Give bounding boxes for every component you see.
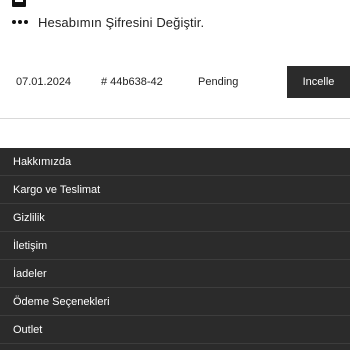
password-dots-icon: [12, 17, 28, 27]
order-row: 07.01.2024 # 44b638-42 Pending Incelle: [0, 66, 350, 98]
footer-link-outlet[interactable]: Outlet: [0, 316, 350, 344]
footer-link-about[interactable]: Hakkımızda: [0, 148, 350, 176]
footer-link-shipping[interactable]: Kargo ve Teslimat: [0, 176, 350, 204]
account-icon: [12, 0, 26, 7]
account-menu-row-partial[interactable]: [12, 0, 26, 8]
order-status: Pending: [198, 76, 239, 88]
footer-link-payment-options[interactable]: Ödeme Seçenekleri: [0, 288, 350, 316]
footer-menu: Hakkımızda Kargo ve Teslimat Gizlilik İl…: [0, 148, 350, 350]
order-date: 07.01.2024: [16, 76, 72, 88]
change-password-link[interactable]: Hesabımın Şifresini Değiştir.: [12, 11, 204, 33]
footer-link-returns[interactable]: İadeler: [0, 260, 350, 288]
order-detail-button[interactable]: Incelle: [287, 66, 350, 98]
divider: [0, 118, 350, 119]
footer-link-privacy[interactable]: Gizlilik: [0, 204, 350, 232]
footer-link-contact[interactable]: İletişim: [0, 232, 350, 260]
change-password-label: Hesabımın Şifresini Değiştir.: [38, 14, 205, 30]
order-id: # 44b638-42: [101, 76, 163, 88]
account-page: Hesabımın Şifresini Değiştir. 07.01.2024…: [0, 0, 350, 350]
